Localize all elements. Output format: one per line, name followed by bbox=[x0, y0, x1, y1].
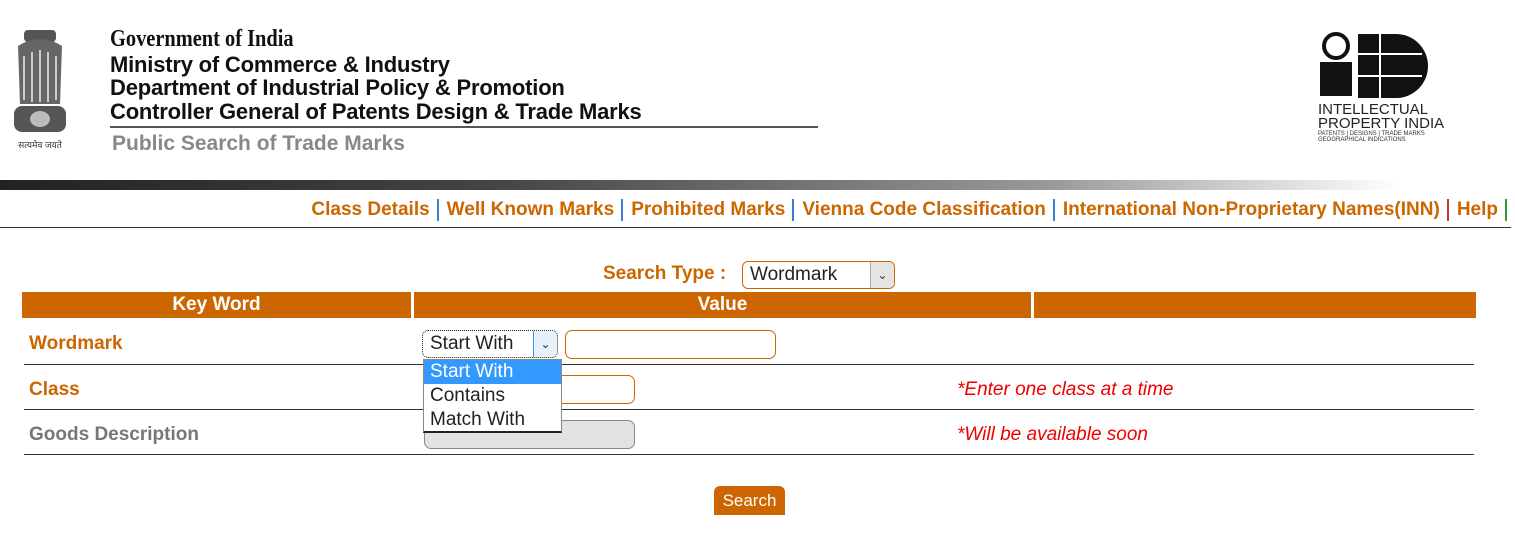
match-mode-select[interactable]: Start With ⌄ bbox=[422, 330, 558, 358]
top-nav: Class Details Well Known Marks Prohibite… bbox=[303, 199, 1507, 221]
option-contains[interactable]: Contains bbox=[424, 384, 561, 408]
ip-india-logo: INTELLECTUAL PROPERTY INDIA PATENTS | DE… bbox=[1318, 32, 1488, 152]
wordmark-label: Wordmark bbox=[29, 333, 123, 354]
goods-note: *Will be available soon bbox=[957, 424, 1148, 445]
nav-class-details[interactable]: Class Details bbox=[303, 199, 439, 221]
option-start-with[interactable]: Start With bbox=[424, 360, 561, 384]
department-title: Department of Industrial Policy & Promot… bbox=[110, 75, 565, 100]
option-match-with[interactable]: Match With bbox=[424, 408, 561, 432]
header-divider bbox=[110, 126, 818, 128]
page-subtitle: Public Search of Trade Marks bbox=[112, 132, 405, 155]
emblem-motto: सत्यमेव जयते bbox=[18, 139, 63, 150]
class-note: *Enter one class at a time bbox=[957, 379, 1174, 400]
ip-logo-mark-icon bbox=[1320, 32, 1428, 98]
search-button[interactable]: Search bbox=[714, 486, 785, 515]
gov-title: Government of India bbox=[110, 26, 294, 52]
nav-well-known-marks[interactable]: Well Known Marks bbox=[439, 199, 624, 221]
search-type-label: Search Type : bbox=[603, 263, 727, 284]
wordmark-input[interactable] bbox=[565, 330, 776, 359]
nav-prohibited-marks[interactable]: Prohibited Marks bbox=[623, 199, 795, 221]
header-extra bbox=[1034, 292, 1476, 318]
row-divider bbox=[24, 364, 1474, 365]
match-mode-dropdown: Start With Contains Match With bbox=[423, 359, 562, 433]
search-type-select[interactable]: Wordmark ⌄ bbox=[742, 261, 895, 289]
match-mode-value: Start With bbox=[430, 333, 514, 354]
row-divider bbox=[24, 454, 1474, 455]
ip-logo-text-2: PROPERTY INDIA bbox=[1318, 115, 1445, 132]
ip-logo-text-4: GEOGRAPHICAL INDICATIONS bbox=[1318, 137, 1406, 143]
class-label: Class bbox=[29, 379, 80, 400]
header-gradient-band bbox=[0, 180, 1400, 190]
goods-description-label: Goods Description bbox=[29, 424, 199, 445]
chevron-down-icon: ⌄ bbox=[870, 262, 894, 288]
controller-title: Controller General of Patents Design & T… bbox=[110, 99, 642, 124]
chevron-down-icon: ⌄ bbox=[533, 331, 557, 357]
search-type-value: Wordmark bbox=[750, 264, 838, 285]
nav-help[interactable]: Help bbox=[1449, 199, 1507, 221]
nav-divider bbox=[0, 227, 1511, 228]
nav-vienna-code[interactable]: Vienna Code Classification bbox=[794, 199, 1055, 221]
nav-inn[interactable]: International Non-Proprietary Names(INN) bbox=[1055, 199, 1449, 221]
national-emblem-logo: सत्यमेव जयते bbox=[14, 30, 66, 150]
row-divider bbox=[24, 409, 1474, 410]
header-value: Value bbox=[414, 292, 1031, 318]
header-keyword: Key Word bbox=[22, 292, 411, 318]
